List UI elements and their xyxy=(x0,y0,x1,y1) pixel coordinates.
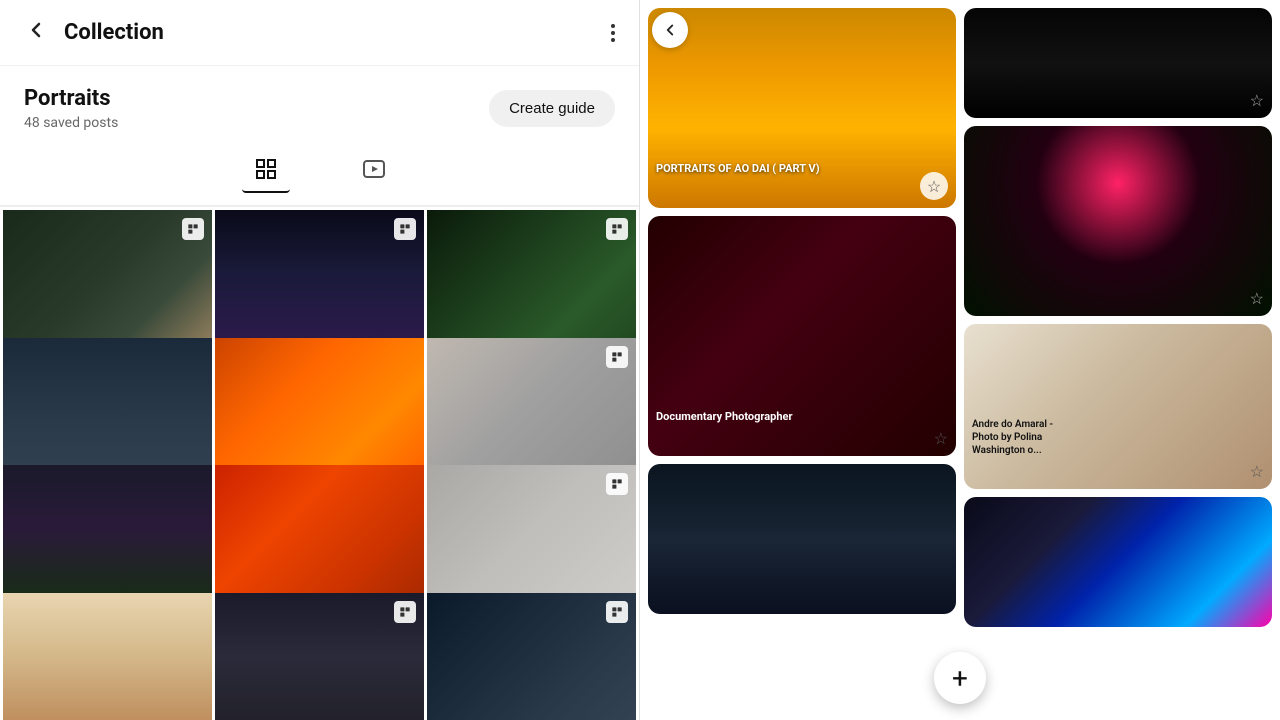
dot xyxy=(611,31,615,35)
grid-item[interactable] xyxy=(215,593,424,720)
multi-icon xyxy=(394,601,416,623)
create-guide-button[interactable]: Create guide xyxy=(489,90,615,127)
multi-icon xyxy=(606,346,628,368)
collection-info: Portraits 48 saved posts Create guide xyxy=(0,66,639,143)
ao-dai-label: PORTRAITS OF AO DAI ( PART V) xyxy=(656,162,820,176)
multi-icon xyxy=(394,218,416,240)
back-button[interactable] xyxy=(20,14,52,51)
dot xyxy=(611,24,615,28)
star-button[interactable]: ☆ xyxy=(920,172,948,200)
tab-video[interactable] xyxy=(350,151,398,193)
right-item-ao-dai[interactable]: PORTRAITS OF AO DAI ( PART V) ☆ xyxy=(648,8,956,208)
right-col-1: PORTRAITS OF AO DAI ( PART V) ☆ Document… xyxy=(648,8,956,712)
star-button[interactable]: ☆ xyxy=(1250,289,1264,308)
collection-subtitle: 48 saved posts xyxy=(24,115,118,131)
right-item-neon[interactable]: ☆ xyxy=(964,126,1272,316)
right-scroll: PORTRAITS OF AO DAI ( PART V) ☆ Document… xyxy=(640,0,1280,720)
documentary-label: Documentary Photographer xyxy=(656,410,792,424)
grid-item[interactable] xyxy=(427,593,636,720)
star-button[interactable]: ☆ xyxy=(934,429,948,448)
multi-icon xyxy=(606,473,628,495)
collection-text: Portraits 48 saved posts xyxy=(24,86,118,131)
right-item-hotel[interactable] xyxy=(964,497,1272,627)
star-button[interactable]: ☆ xyxy=(1250,462,1264,481)
right-item-documentary[interactable]: Documentary Photographer ☆ xyxy=(648,216,956,456)
polina-label: Andre do Amaral - Photo by Polina Washin… xyxy=(972,418,1072,457)
plus-fab-button[interactable]: + xyxy=(934,652,986,704)
grid-item[interactable] xyxy=(3,593,212,720)
left-panel: Collection Portraits 48 saved posts Crea… xyxy=(0,0,640,720)
right-item-city[interactable] xyxy=(648,464,956,614)
multi-icon xyxy=(182,218,204,240)
view-tabs xyxy=(0,143,639,207)
header: Collection xyxy=(0,0,639,66)
photo-grid xyxy=(0,207,639,720)
right-panel: PORTRAITS OF AO DAI ( PART V) ☆ Document… xyxy=(640,0,1280,720)
collection-title: Portraits xyxy=(24,86,118,111)
multi-icon xyxy=(606,601,628,623)
more-button[interactable] xyxy=(607,20,619,46)
right-col-2: ☆ ☆ Andre do Amaral - Photo by Polina Wa… xyxy=(964,8,1272,712)
star-button[interactable]: ☆ xyxy=(1250,91,1264,110)
dot xyxy=(611,38,615,42)
right-back-button[interactable] xyxy=(652,12,688,48)
tab-grid[interactable] xyxy=(242,151,290,193)
right-item-dark-top[interactable]: ☆ xyxy=(964,8,1272,118)
right-item-polina[interactable]: Andre do Amaral - Photo by Polina Washin… xyxy=(964,324,1272,489)
multi-icon xyxy=(606,218,628,240)
page-title: Collection xyxy=(64,20,595,45)
